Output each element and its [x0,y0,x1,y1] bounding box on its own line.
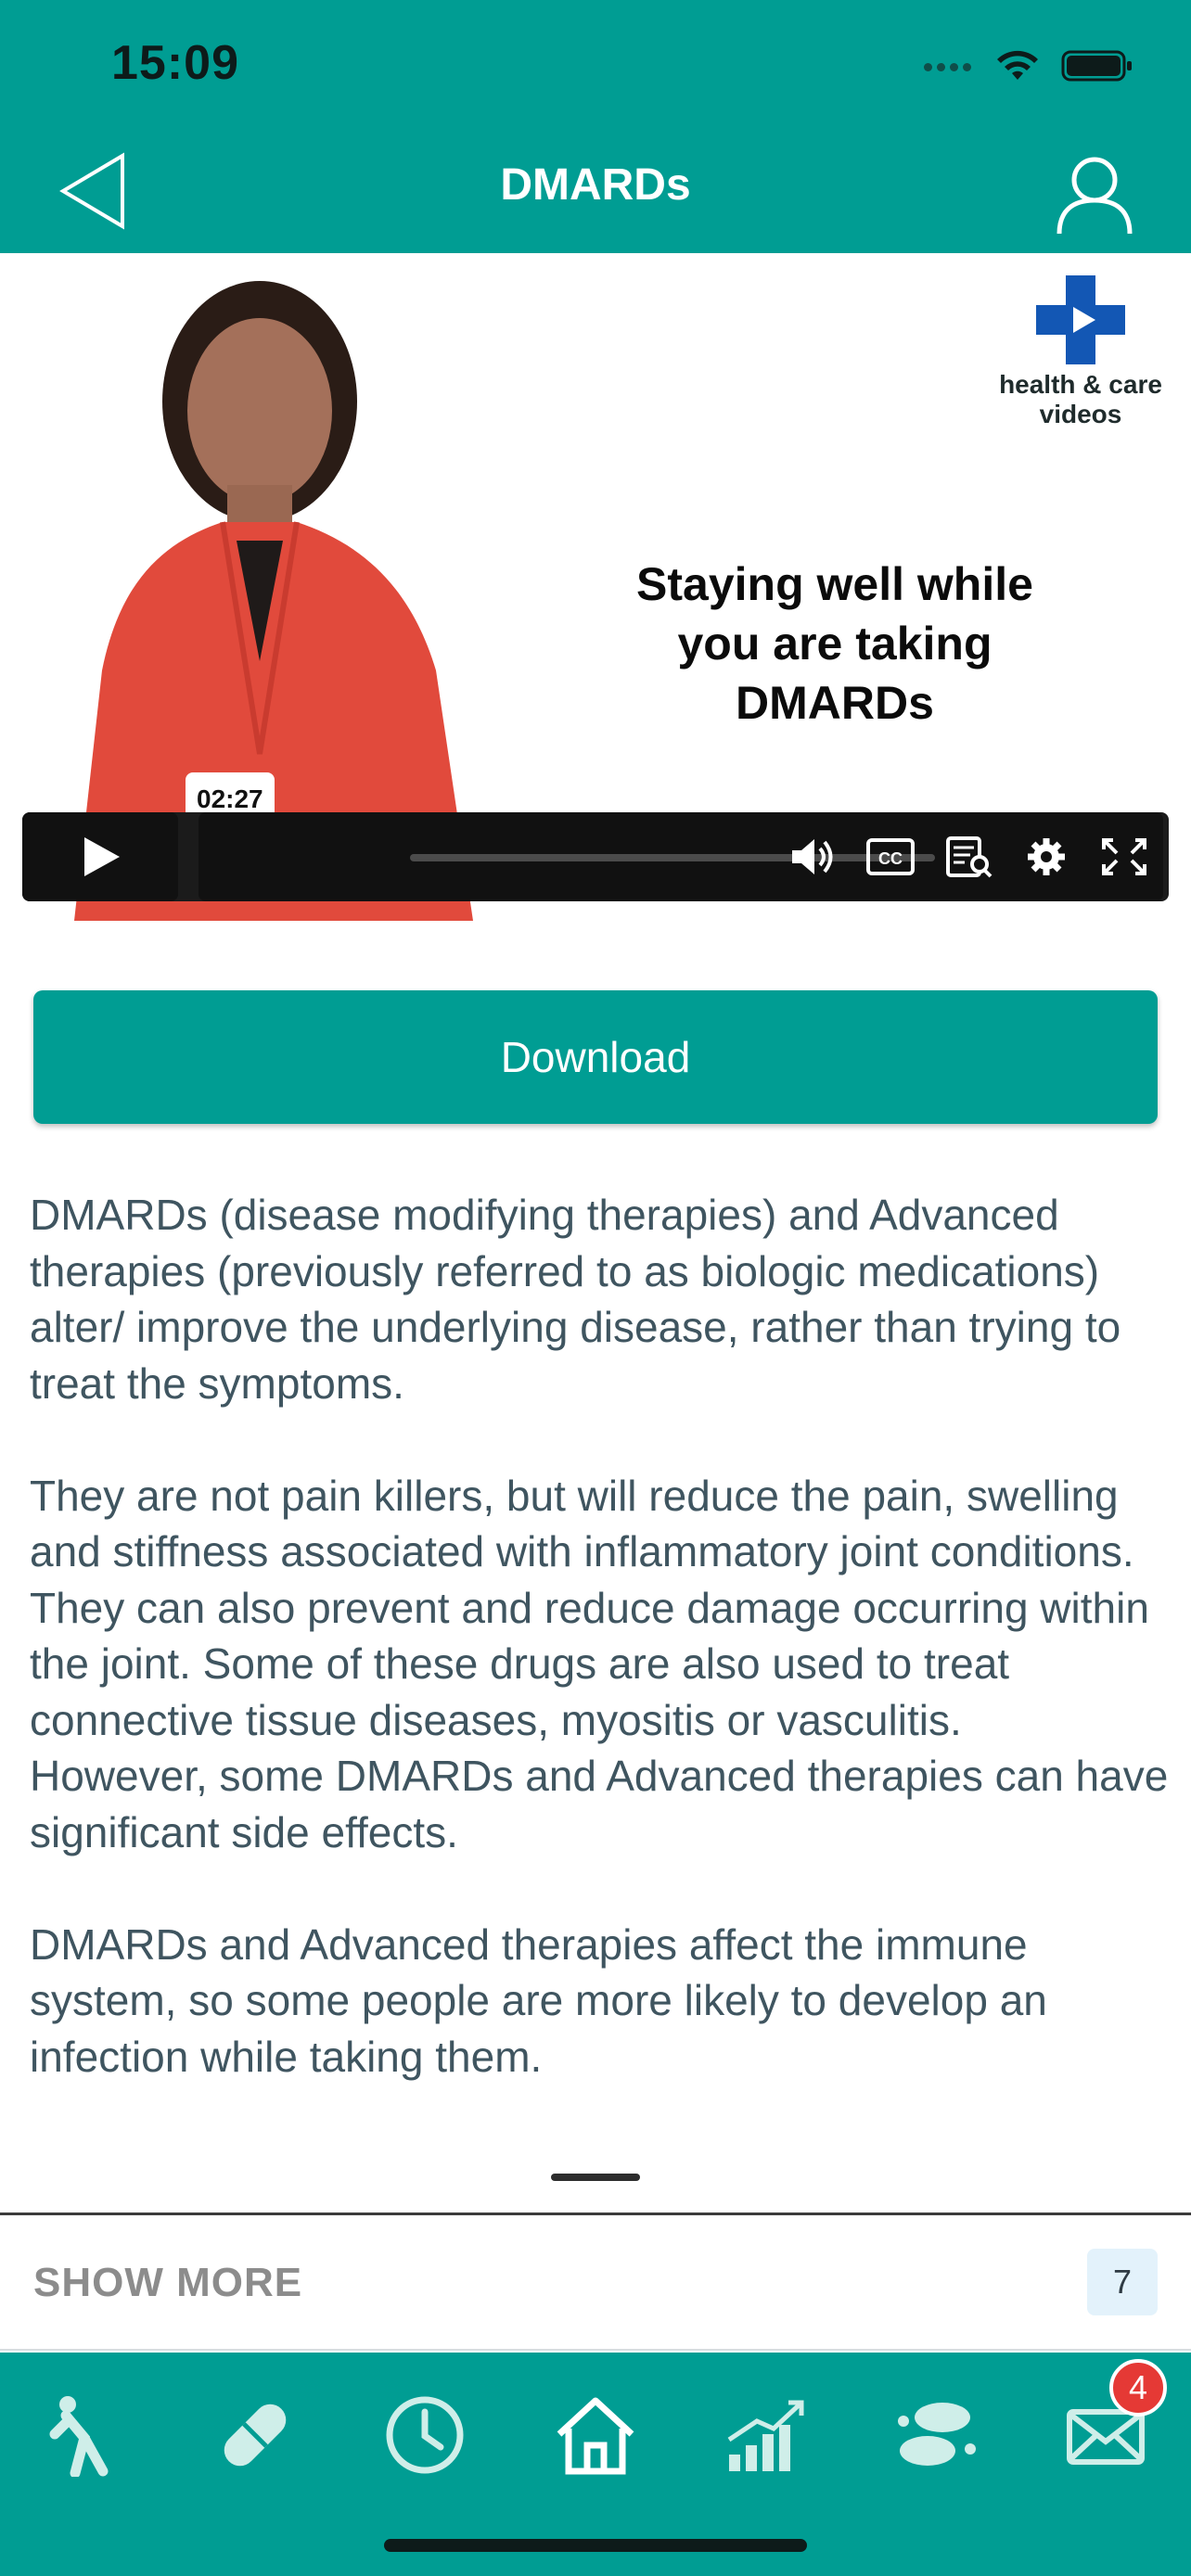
tab-activity[interactable] [885,2384,987,2486]
brand-logo: health & care videos [983,275,1178,429]
wifi-icon [997,50,1038,80]
tab-medication[interactable] [204,2384,306,2486]
settings-icon[interactable] [1020,835,1072,879]
paragraph: DMARDs (disease modifying therapies) and… [30,1191,1121,1408]
caption-line: you are taking [677,618,992,670]
home-icon [557,2397,634,2475]
exercise-icon [49,2396,109,2477]
page-title: DMARDs [500,160,691,210]
closed-captions-icon[interactable]: CC [864,835,916,879]
volume-icon[interactable] [787,835,839,879]
video-progress-bar[interactable] [410,854,935,861]
cellular-signal-icon [924,59,980,71]
app-header: 15:09 DMARDs [0,0,1191,253]
tab-progress[interactable] [714,2384,816,2486]
drag-handle[interactable] [551,2174,640,2181]
transcript-icon[interactable] [942,835,994,879]
status-indicators [894,37,1191,93]
clock-icon [386,2396,464,2474]
count-badge: 7 [1087,2249,1158,2315]
brand-label-line1: health & care [999,370,1162,399]
paragraph: DMARDs and Advanced therapies affect the… [30,1919,1047,2081]
progress-chart-icon [727,2400,804,2471]
video-control-bar [198,812,1163,901]
brand-label-line2: videos [1039,400,1122,428]
tab-home[interactable] [544,2384,647,2486]
svg-text:CC: CC [878,849,903,868]
play-icon [84,837,120,876]
status-time: 15:09 [111,36,239,90]
home-indicator [384,2539,807,2552]
video-controls: CC [22,812,1169,901]
play-button[interactable] [22,812,178,901]
download-button[interactable]: Download [33,990,1158,1124]
show-more-row[interactable]: SHOW MORE 7 [0,2215,1191,2351]
article-body: DMARDs (disease modifying therapies) and… [30,1187,1171,2141]
medical-cross-logo-icon [1036,275,1125,364]
battery-icon [1061,50,1132,82]
caption-line: DMARDs [736,677,934,729]
show-more-label: SHOW MORE [33,2260,303,2305]
medication-icon [224,2404,287,2467]
tab-schedule[interactable] [374,2384,476,2486]
video-player[interactable]: health & care videos Staying well while … [0,253,1191,921]
profile-button[interactable] [1048,148,1141,241]
fullscreen-icon[interactable] [1098,835,1150,879]
caption-line: Staying well while [636,558,1033,610]
video-caption: Staying well while you are taking DMARDs [594,555,1076,733]
tab-exercise[interactable] [33,2384,135,2486]
unread-badge: 4 [1109,2359,1167,2417]
footsteps-icon [898,2403,976,2466]
paragraph: However, some DMARDs and Advanced therap… [30,1752,1169,1856]
paragraph: They are not pain killers, but will redu… [30,1471,1149,1744]
